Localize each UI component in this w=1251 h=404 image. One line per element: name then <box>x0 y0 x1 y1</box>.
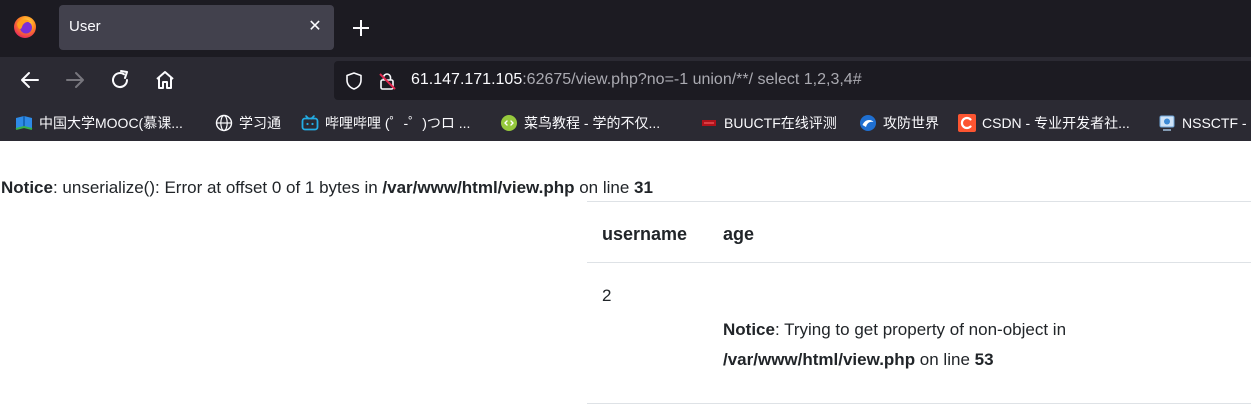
back-arrow-icon[interactable] <box>18 68 42 92</box>
firefox-logo-icon[interactable] <box>13 15 37 39</box>
tab-user[interactable]: User ✕ <box>59 5 334 50</box>
bookmark-label: 菜鸟教程 - 学的不仅... <box>524 115 661 131</box>
page-content: Notice: unserialize(): Error at offset 0… <box>0 141 1251 404</box>
php-notice-non-object: Notice: Trying to get property of non-ob… <box>723 315 1251 375</box>
bookmark-mooc[interactable]: 中国大学MOOC(慕课... <box>15 113 183 133</box>
table-cell-username: 2 <box>602 286 612 305</box>
table-top-border <box>587 201 1251 202</box>
bookmark-label: 攻防世界 <box>883 115 939 131</box>
url-host: 61.147.171.105 <box>411 71 523 88</box>
navigation-toolbar: 61.147.171.105:62675/view.php?no=-1 unio… <box>0 57 1251 104</box>
bookmark-label: 哔哩哔哩 (゜-゜)つロ ... <box>325 115 471 131</box>
notice-on-line: on line <box>915 350 975 369</box>
tracking-protection-shield-icon[interactable] <box>344 71 364 91</box>
notice-line-number: 31 <box>634 178 653 197</box>
notice-line-number: 53 <box>974 350 994 369</box>
bookmark-csdn[interactable]: CSDN - 专业开发者社... <box>958 113 1130 133</box>
globe-icon <box>215 114 233 132</box>
bookmark-label: CSDN - 专业开发者社... <box>982 115 1130 131</box>
home-icon[interactable] <box>153 68 177 92</box>
insecure-lock-icon[interactable] <box>377 71 397 91</box>
bookmark-nssctf[interactable]: NSSCTF - <box>1158 113 1247 133</box>
table-header-username: username <box>602 224 688 244</box>
notice-path: /var/www/html/view.php <box>723 350 916 369</box>
bookmark-label: 中国大学MOOC(慕课... <box>39 115 183 131</box>
forward-arrow-icon[interactable] <box>63 68 87 92</box>
tab-strip: User ✕ <box>0 0 1251 57</box>
url-bar[interactable]: 61.147.171.105:62675/view.php?no=-1 unio… <box>334 61 1251 100</box>
runoob-icon <box>501 115 517 131</box>
tab-title: User <box>69 18 101 35</box>
bookmark-label: BUUCTF在线评测 <box>724 115 837 131</box>
new-tab-plus-icon[interactable] <box>349 16 373 40</box>
table-header-age: age <box>723 224 755 244</box>
reload-icon[interactable] <box>108 68 132 92</box>
bookmark-adworld[interactable]: 攻防世界 <box>859 113 939 133</box>
url-text[interactable]: 61.147.171.105:62675/view.php?no=-1 unio… <box>411 71 862 89</box>
notice-on-line: on line <box>574 178 635 197</box>
tab-close-icon[interactable]: ✕ <box>304 16 326 38</box>
bookmarks-toolbar: 中国大学MOOC(慕课... 学习通 哔哩哔哩 (゜-゜)つロ ... 菜鸟教程… <box>0 104 1251 141</box>
bookmark-xuexitong[interactable]: 学习通 <box>215 113 281 133</box>
php-notice-unserialize: Notice: unserialize(): Error at offset 0… <box>1 178 653 198</box>
bookmark-label: NSSCTF - <box>1182 115 1247 131</box>
bilibili-icon <box>301 115 319 131</box>
adworld-icon <box>860 115 876 131</box>
url-path: :62675/view.php?no=-1 union/**/ select 1… <box>522 71 862 88</box>
csdn-icon <box>958 114 976 132</box>
notice-message: : unserialize(): Error at offset 0 of 1 … <box>52 178 383 197</box>
bookmark-label: 学习通 <box>239 115 281 131</box>
notice-label: Notice <box>723 320 775 339</box>
notice-message: : Trying to get property of non-object i… <box>774 320 1067 339</box>
bookmark-bilibili[interactable]: 哔哩哔哩 (゜-゜)つロ ... <box>301 113 470 133</box>
mooc-icon <box>15 116 33 130</box>
table-header-border <box>587 262 1251 263</box>
buuctf-icon <box>702 120 716 126</box>
notice-label: Notice <box>1 178 53 197</box>
bookmark-buuctf[interactable]: BUUCTF在线评测 <box>700 113 837 133</box>
notice-path: /var/www/html/view.php <box>382 178 575 197</box>
nssctf-icon <box>1159 115 1175 131</box>
bookmark-runoob[interactable]: 菜鸟教程 - 学的不仅... <box>500 113 660 133</box>
